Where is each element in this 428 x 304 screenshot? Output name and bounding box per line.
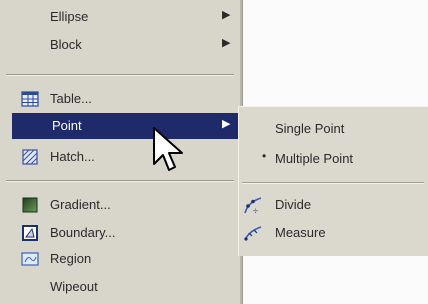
menu-item-label: Ellipse: [50, 9, 89, 24]
submenu-separator: [242, 182, 424, 184]
menu-item-hatch[interactable]: Hatch...: [0, 144, 240, 170]
menu-item-label: Gradient...: [50, 197, 111, 212]
menu-separator: [6, 180, 234, 182]
submenu-item-label: Measure: [275, 225, 326, 240]
submenu-item-measure[interactable]: Measure: [238, 220, 428, 246]
table-icon: [20, 89, 40, 109]
arrow-cursor-icon: [153, 127, 183, 171]
menu-item-table[interactable]: Table...: [0, 86, 240, 112]
submenu-item-label: Multiple Point: [275, 151, 354, 166]
menu-item-wipeout[interactable]: Wipeout: [0, 274, 240, 300]
svg-text:÷: ÷: [253, 206, 258, 216]
draw-menu: Ellipse ▶ Block ▶ Table... Point ▶ Hatch…: [0, 0, 240, 304]
submenu-item-divide[interactable]: ÷ Divide: [238, 192, 428, 218]
menu-item-label: Boundary...: [50, 225, 116, 240]
hatch-icon: [20, 147, 40, 167]
menu-item-label: Point: [52, 118, 82, 133]
menu-separator: [6, 74, 234, 76]
selected-bullet-icon: •: [262, 149, 267, 163]
submenu-item-label: Divide: [275, 197, 312, 212]
menu-item-label: Region: [50, 251, 92, 266]
boundary-icon: [20, 223, 40, 243]
point-submenu: Single Point • Multiple Point ÷ Divide M…: [238, 106, 428, 256]
gradient-icon: [20, 195, 40, 215]
menu-item-label: Table...: [50, 91, 92, 106]
menu-item-ellipse[interactable]: Ellipse ▶: [0, 4, 240, 30]
menu-item-gradient[interactable]: Gradient...: [0, 192, 240, 218]
submenu-item-multiple-point[interactable]: • Multiple Point: [238, 146, 428, 172]
menu-item-label: Wipeout: [50, 279, 98, 294]
submenu-item-label: Single Point: [275, 121, 345, 136]
region-icon: [20, 249, 40, 269]
menu-item-label: Hatch...: [50, 149, 95, 164]
submenu-item-single-point[interactable]: Single Point: [238, 116, 428, 142]
measure-icon: [242, 222, 264, 244]
menu-item-label: Block: [50, 37, 82, 52]
divide-icon: ÷: [242, 194, 264, 216]
menu-item-boundary[interactable]: Boundary...: [0, 220, 240, 246]
submenu-arrow-icon: ▶: [222, 9, 231, 21]
menu-item-region[interactable]: Region: [0, 246, 240, 272]
menu-item-block[interactable]: Block ▶: [0, 32, 240, 58]
submenu-arrow-icon: ▶: [222, 37, 231, 49]
submenu-arrow-icon: ▶: [222, 118, 231, 130]
menu-item-point[interactable]: Point ▶: [12, 113, 240, 139]
